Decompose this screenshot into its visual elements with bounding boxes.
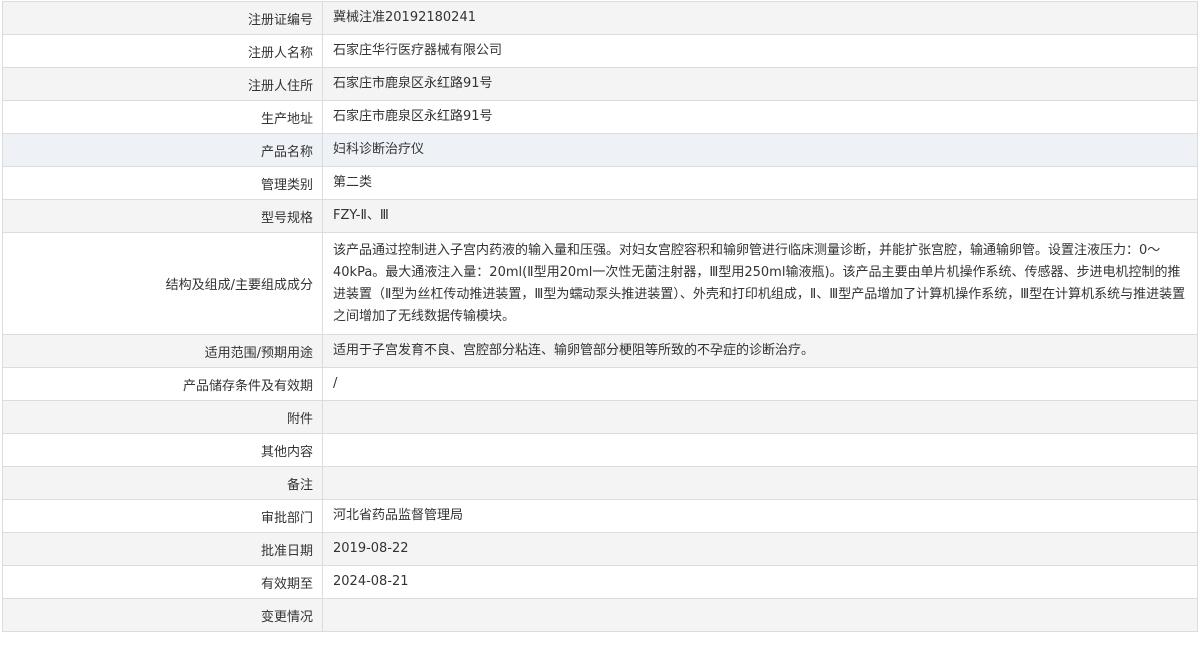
label-registrant-address: 注册人住所 <box>2 67 323 101</box>
row-attachments: 附件 <box>2 400 1198 434</box>
value-product-name: 妇科诊断治疗仪 <box>322 133 1198 167</box>
label-structure-composition: 结构及组成/主要组成成分 <box>2 232 323 335</box>
row-intended-use: 适用范围/预期用途 适用于子宫发育不良、宫腔部分粘连、输卵管部分梗阻等所致的不孕… <box>2 334 1198 368</box>
label-registrant-name: 注册人名称 <box>2 34 323 68</box>
row-approval-date: 批准日期 2019-08-22 <box>2 532 1198 566</box>
value-change-history <box>322 598 1198 632</box>
value-registrant-name: 石家庄华行医疗器械有限公司 <box>322 34 1198 68</box>
value-storage-validity: / <box>322 367 1198 401</box>
label-intended-use: 适用范围/预期用途 <box>2 334 323 368</box>
value-registrant-address: 石家庄市鹿泉区永红路91号 <box>322 67 1198 101</box>
row-approval-department: 审批部门 河北省药品监督管理局 <box>2 499 1198 533</box>
value-model-spec: FZY-Ⅱ、Ⅲ <box>322 199 1198 233</box>
row-registrant-address: 注册人住所 石家庄市鹿泉区永红路91号 <box>2 67 1198 101</box>
value-valid-until: 2024-08-21 <box>322 565 1198 599</box>
row-valid-until: 有效期至 2024-08-21 <box>2 565 1198 599</box>
label-remarks: 备注 <box>2 466 323 500</box>
value-approval-date: 2019-08-22 <box>322 532 1198 566</box>
row-product-name: 产品名称 妇科诊断治疗仪 <box>2 133 1198 167</box>
structure-composition-text: 该产品通过控制进入子宫内药液的输入量和压强。对妇女宫腔容积和输卵管进行临床测量诊… <box>333 242 1186 324</box>
row-storage-validity: 产品储存条件及有效期 / <box>2 367 1198 401</box>
label-attachments: 附件 <box>2 400 323 434</box>
value-production-address: 石家庄市鹿泉区永红路91号 <box>322 100 1198 134</box>
label-product-name: 产品名称 <box>2 133 323 167</box>
label-other-content: 其他内容 <box>2 433 323 467</box>
value-approval-department: 河北省药品监督管理局 <box>322 499 1198 533</box>
value-structure-composition: 该产品通过控制进入子宫内药液的输入量和压强。对妇女宫腔容积和输卵管进行临床测量诊… <box>322 232 1198 335</box>
label-storage-validity: 产品储存条件及有效期 <box>2 367 323 401</box>
value-intended-use: 适用于子宫发育不良、宫腔部分粘连、输卵管部分梗阻等所致的不孕症的诊断治疗。 <box>322 334 1198 368</box>
row-change-history: 变更情况 <box>2 598 1198 632</box>
label-change-history: 变更情况 <box>2 598 323 632</box>
value-management-category: 第二类 <box>322 166 1198 200</box>
row-production-address: 生产地址 石家庄市鹿泉区永红路91号 <box>2 100 1198 134</box>
label-approval-date: 批准日期 <box>2 532 323 566</box>
label-approval-department: 审批部门 <box>2 499 323 533</box>
row-structure-composition: 结构及组成/主要组成成分 该产品通过控制进入子宫内药液的输入量和压强。对妇女宫腔… <box>2 232 1198 335</box>
registration-detail-table: 注册证编号 冀械注准20192180241 注册人名称 石家庄华行医疗器械有限公… <box>2 1 1198 632</box>
value-remarks <box>322 466 1198 500</box>
value-attachments <box>322 400 1198 434</box>
row-other-content: 其他内容 <box>2 433 1198 467</box>
row-remarks: 备注 <box>2 466 1198 500</box>
value-other-content <box>322 433 1198 467</box>
value-registration-number: 冀械注准20192180241 <box>322 1 1198 35</box>
row-registrant-name: 注册人名称 石家庄华行医疗器械有限公司 <box>2 34 1198 68</box>
label-valid-until: 有效期至 <box>2 565 323 599</box>
label-registration-number: 注册证编号 <box>2 1 323 35</box>
label-model-spec: 型号规格 <box>2 199 323 233</box>
row-model-spec: 型号规格 FZY-Ⅱ、Ⅲ <box>2 199 1198 233</box>
label-management-category: 管理类别 <box>2 166 323 200</box>
row-registration-number: 注册证编号 冀械注准20192180241 <box>2 1 1198 35</box>
row-management-category: 管理类别 第二类 <box>2 166 1198 200</box>
label-production-address: 生产地址 <box>2 100 323 134</box>
